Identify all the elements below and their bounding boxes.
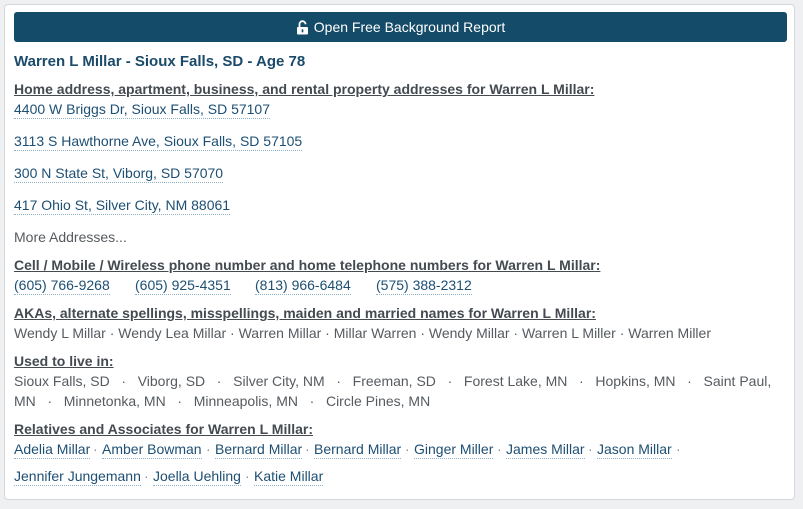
relative-link[interactable]: Amber Bowman — [102, 441, 202, 459]
address-link[interactable]: 417 Ohio St, Silver City, NM 88061 — [14, 197, 231, 215]
unlock-icon — [296, 19, 309, 35]
address-link[interactable]: 4400 W Briggs Dr, Sioux Falls, SD 57107 — [14, 101, 271, 119]
relatives-heading: Relatives and Associates for Warren L Mi… — [14, 421, 314, 437]
phone-link[interactable]: (605) 766-9268 — [14, 277, 110, 295]
relative-link[interactable]: Katie Millar — [254, 468, 324, 486]
separator: · — [245, 468, 250, 484]
akas-list: Wendy L Millar · Wendy Lea Millar · Warr… — [14, 325, 711, 341]
relative-link[interactable]: Ginger Miller — [414, 441, 494, 459]
separator: · — [206, 441, 211, 457]
report-button-label: Open Free Background Report — [313, 19, 506, 35]
more-addresses-link[interactable]: More Addresses... — [14, 229, 127, 246]
relative-link[interactable]: Adelia Millar — [14, 441, 91, 459]
page-title: Warren L Millar - Sioux Falls, SD - Age … — [14, 53, 306, 70]
separator: · — [93, 441, 98, 457]
separator: · — [144, 468, 149, 484]
separator: · — [305, 441, 310, 457]
phone-link[interactable]: (605) 925-4351 — [135, 277, 231, 295]
separator: · — [588, 441, 593, 457]
phone-link[interactable]: (813) 966-6484 — [255, 277, 351, 295]
separator: · — [405, 441, 410, 457]
relative-link[interactable]: Jennifer Jungemann — [14, 468, 141, 486]
akas-heading: AKAs, alternate spellings, misspellings,… — [14, 305, 596, 321]
separator: · — [676, 441, 681, 457]
person-record-card: Open Free Background Report Warren L Mil… — [4, 4, 795, 500]
relative-link[interactable]: James Millar — [506, 441, 585, 459]
phone-link[interactable]: (575) 388-2312 — [376, 277, 472, 295]
address-link[interactable]: 3113 S Hawthorne Ave, Sioux Falls, SD 57… — [14, 133, 303, 151]
relative-link[interactable]: Bernard Millar — [215, 441, 303, 459]
relative-link[interactable]: Jason Millar — [597, 441, 672, 459]
phones-heading: Cell / Mobile / Wireless phone number an… — [14, 257, 601, 273]
relative-link[interactable]: Bernard Millar — [314, 441, 402, 459]
relative-link[interactable]: Joella Uehling — [153, 468, 241, 486]
lived-in-list-line1: Sioux Falls, SD · Viborg, SD · Silver Ci… — [14, 373, 772, 389]
separator: · — [497, 441, 502, 457]
address-link[interactable]: 300 N State St, Viborg, SD 57070 — [14, 165, 224, 183]
addresses-heading: Home address, apartment, business, and r… — [14, 81, 595, 97]
open-background-report-button[interactable]: Open Free Background Report — [14, 12, 787, 42]
lived-in-list-line2: MN · Minnetonka, MN · Minneapolis, MN · … — [14, 393, 431, 409]
lived-in-heading: Used to live in: — [14, 353, 114, 369]
